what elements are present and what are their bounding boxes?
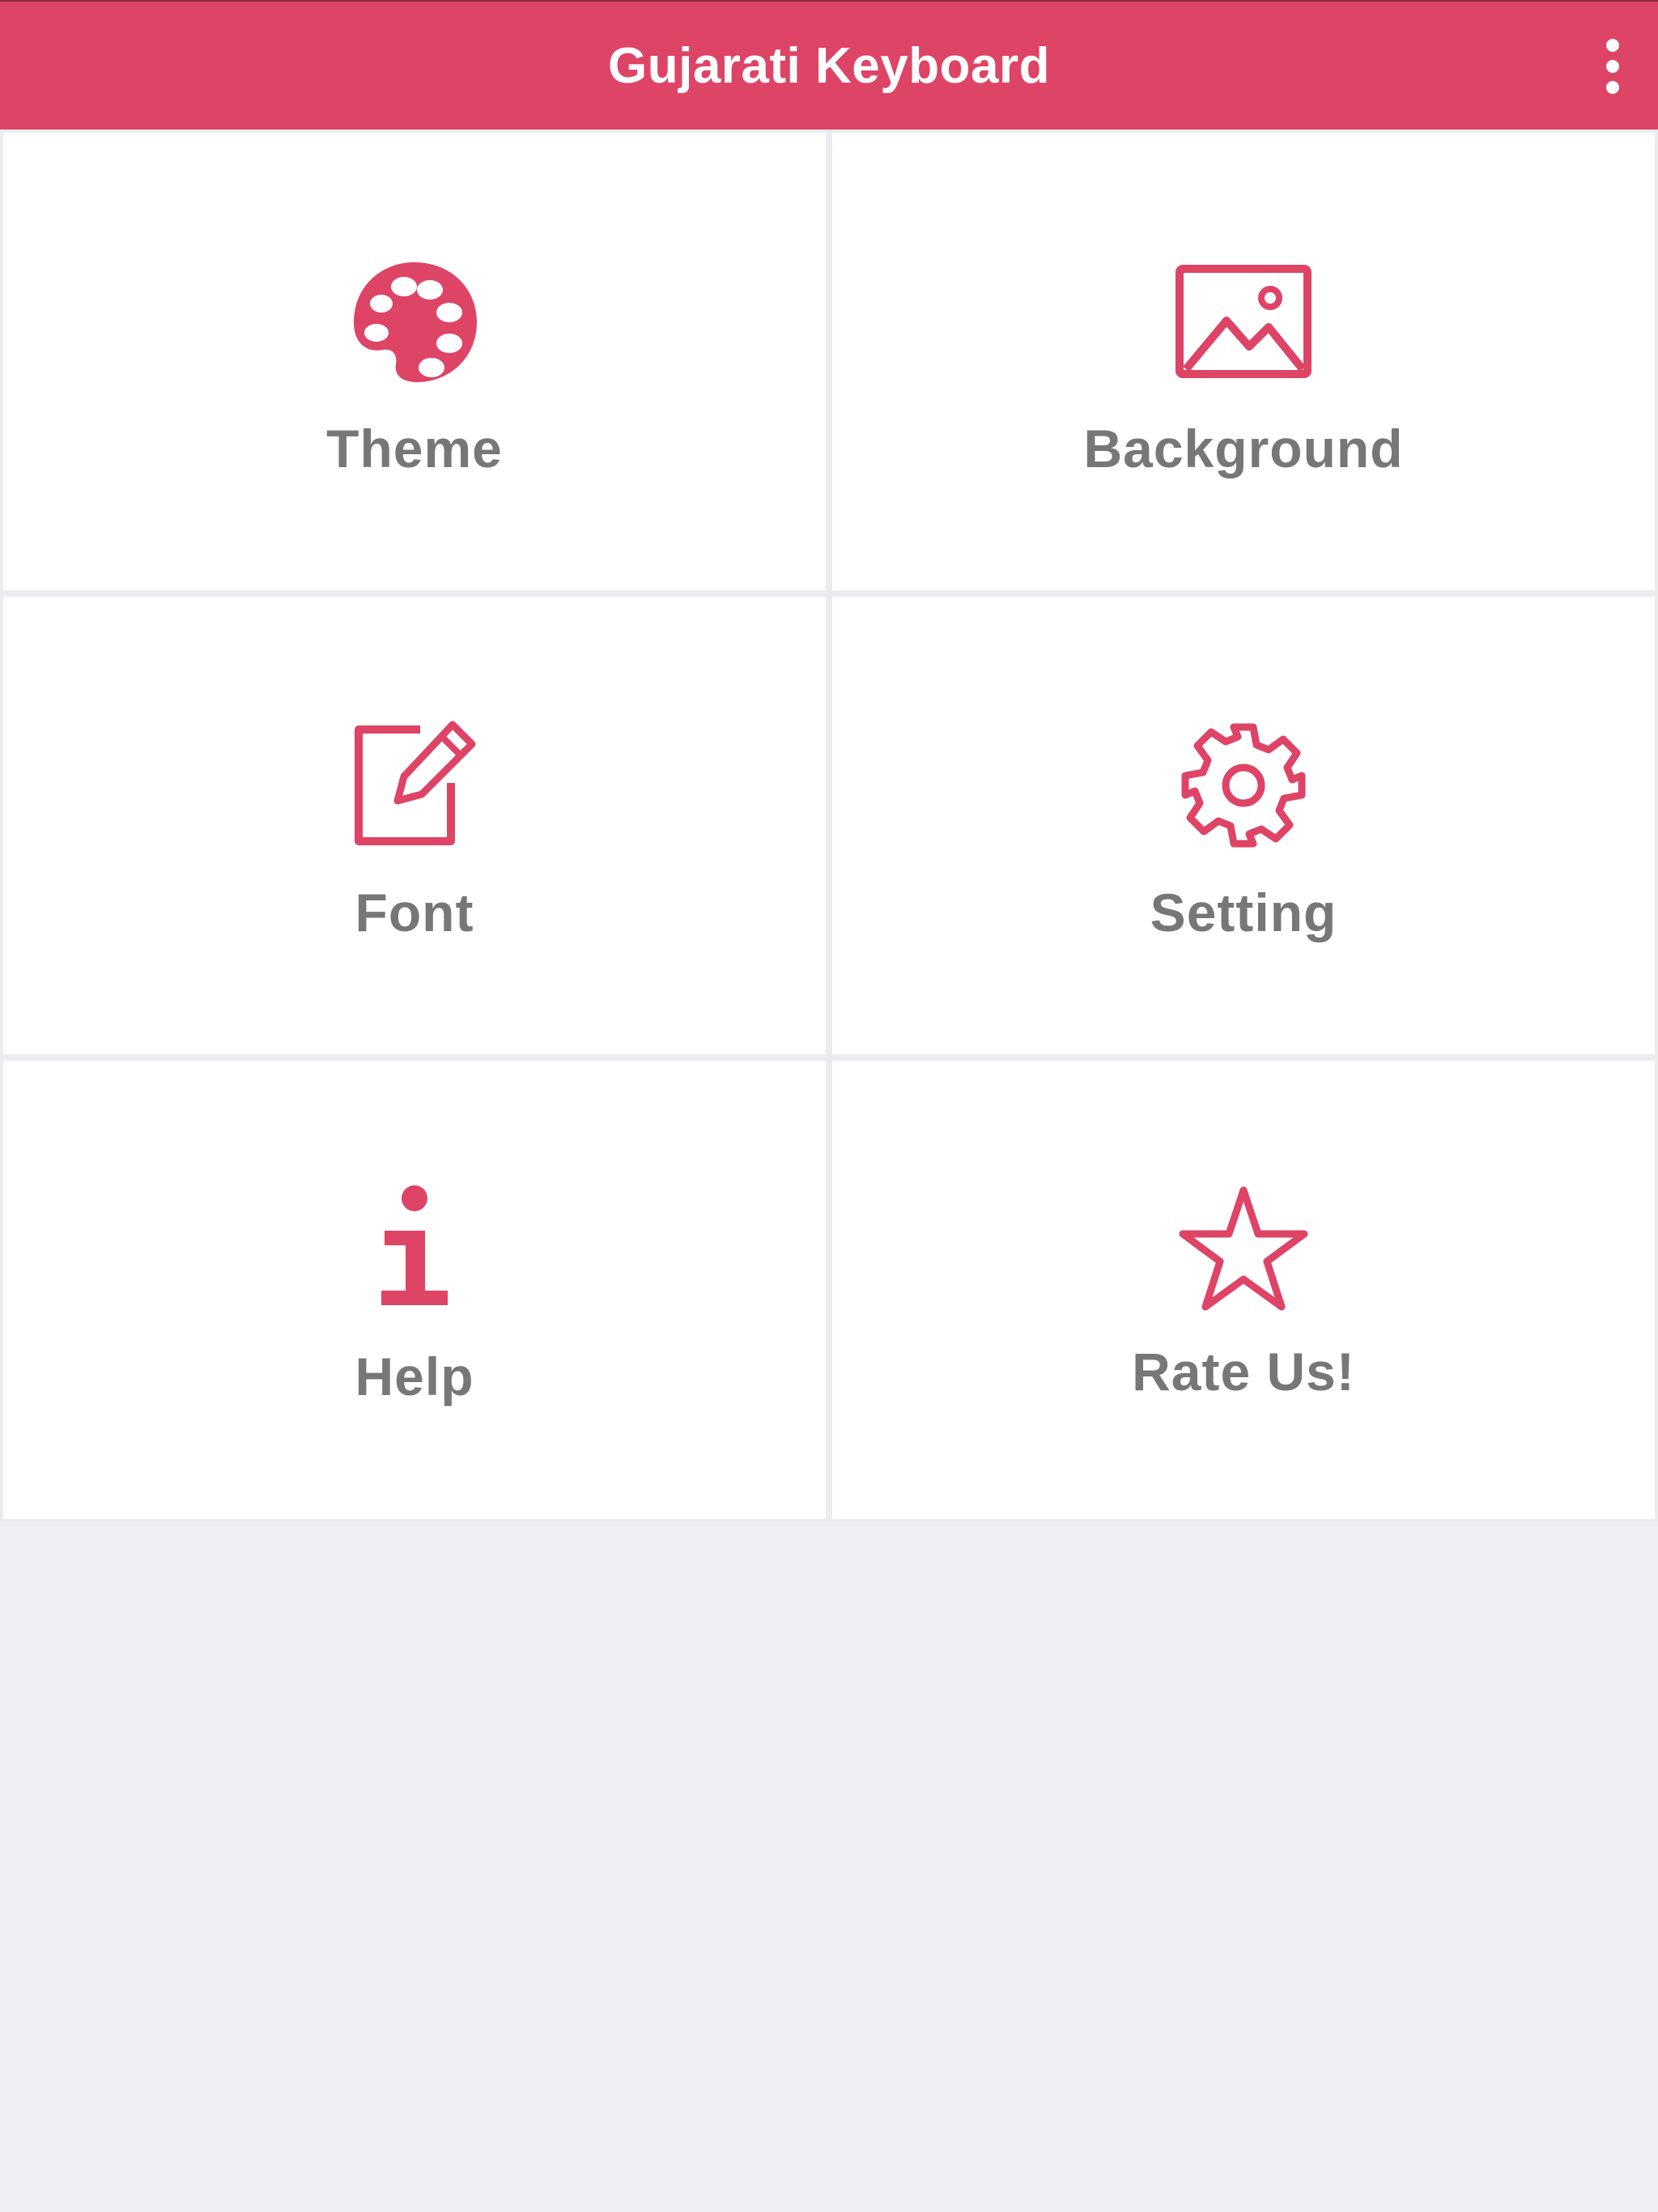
font-label: Font	[355, 883, 474, 942]
star-icon	[1175, 1180, 1312, 1318]
menu-grid: Theme Background Font Setting Help Rate …	[0, 131, 1658, 1522]
more-vert-icon-dot	[1606, 81, 1619, 94]
edit-icon	[346, 717, 483, 854]
rate-us-tile[interactable]: Rate Us!	[832, 1061, 1655, 1519]
background-label: Background	[1083, 419, 1404, 479]
theme-label: Theme	[326, 419, 503, 479]
rate-us-label: Rate Us!	[1132, 1342, 1355, 1402]
font-tile[interactable]: Font	[3, 597, 826, 1054]
more-vert-icon	[1606, 39, 1619, 52]
app-title: Gujarati Keyboard	[608, 38, 1050, 94]
more-vert-icon-dot	[1606, 60, 1619, 73]
image-icon	[1175, 253, 1312, 390]
gear-icon	[1175, 717, 1312, 854]
help-tile[interactable]: Help	[3, 1061, 826, 1519]
help-label: Help	[355, 1346, 474, 1406]
overflow-menu-button[interactable]	[1572, 26, 1653, 107]
palette-icon	[346, 253, 483, 390]
app-bar: Gujarati Keyboard	[0, 0, 1658, 130]
info-icon	[346, 1180, 483, 1318]
theme-tile[interactable]: Theme	[3, 133, 826, 590]
setting-label: Setting	[1150, 883, 1337, 942]
setting-tile[interactable]: Setting	[832, 597, 1655, 1054]
background-tile[interactable]: Background	[832, 133, 1655, 590]
